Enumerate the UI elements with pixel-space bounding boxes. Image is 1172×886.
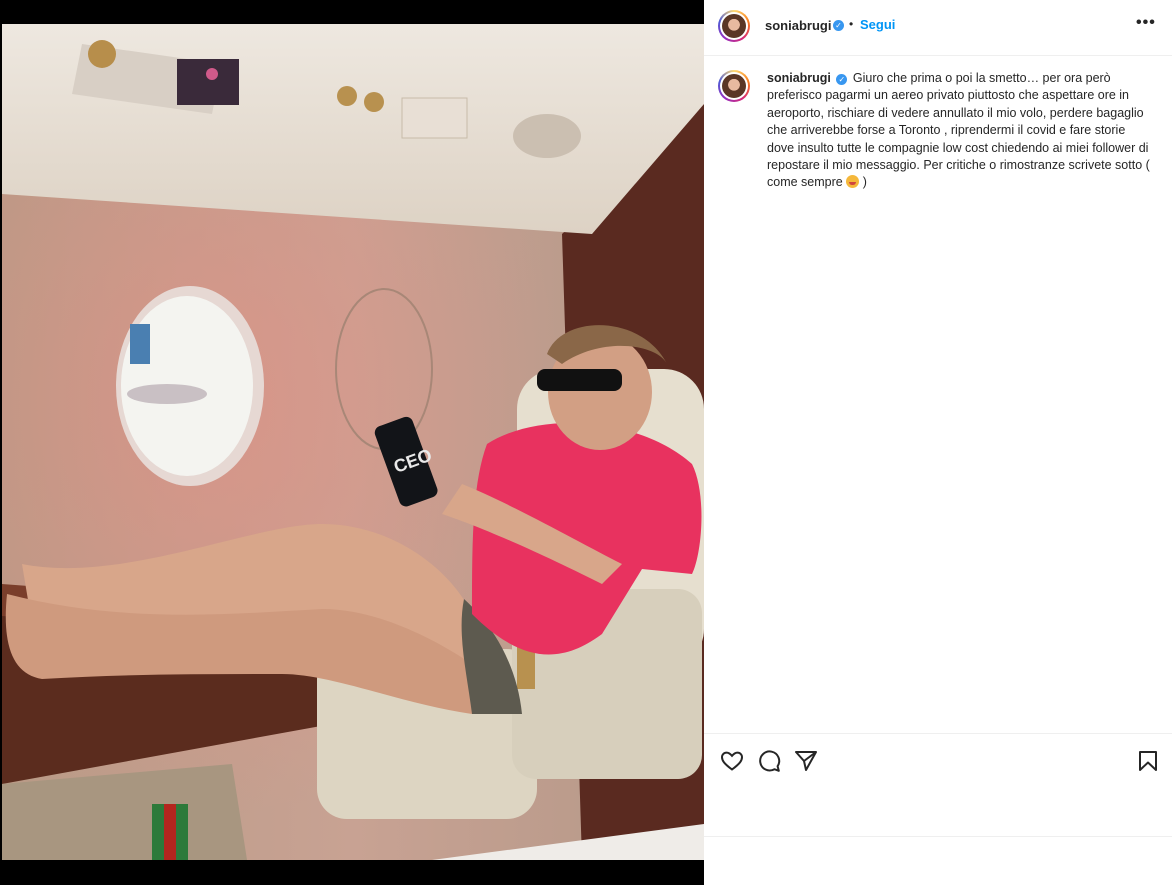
post-photo: CEO [2, 24, 704, 860]
caption-text: Giuro che prima o poi la smetto… per ora… [767, 71, 1150, 190]
smiling-face-emoji-icon [846, 175, 860, 189]
like-button[interactable] [720, 749, 744, 773]
heart-icon [720, 751, 744, 771]
comment-button[interactable] [757, 749, 781, 773]
header-separator: • [849, 17, 854, 31]
avatar-image [722, 14, 746, 38]
send-icon [795, 751, 817, 771]
caption-verified-badge-icon: ✓ [836, 74, 848, 85]
share-button[interactable] [794, 749, 818, 773]
bookmark-icon [1139, 751, 1157, 771]
follow-button[interactable]: Segui [860, 17, 895, 32]
post-header: soniabrugi ✓ • Segui ••• [704, 0, 1172, 56]
post-detail-panel: soniabrugi ✓ • Segui ••• soniabrugi ✓ Gi… [704, 0, 1172, 885]
post-caption: soniabrugi ✓ Giuro che prima o poi la sm… [767, 70, 1150, 192]
comment-area[interactable] [704, 836, 1172, 886]
avatar-ring [720, 12, 748, 40]
save-button[interactable] [1136, 749, 1160, 773]
post-media[interactable]: CEO [0, 0, 704, 885]
avatar[interactable] [718, 10, 750, 42]
more-options-icon[interactable]: ••• [1136, 14, 1156, 32]
caption-avatar[interactable] [718, 70, 750, 102]
header-username[interactable]: soniabrugi [765, 18, 831, 33]
photo-illustration: CEO [2, 24, 704, 860]
caption-avatar-ring [720, 72, 748, 100]
caption-avatar-image [722, 74, 746, 98]
caption-text-end: ) [862, 175, 867, 190]
action-bar [704, 733, 1172, 837]
comment-icon [759, 750, 781, 772]
caption-username[interactable]: soniabrugi [767, 71, 831, 85]
verified-badge-icon: ✓ [833, 20, 844, 31]
